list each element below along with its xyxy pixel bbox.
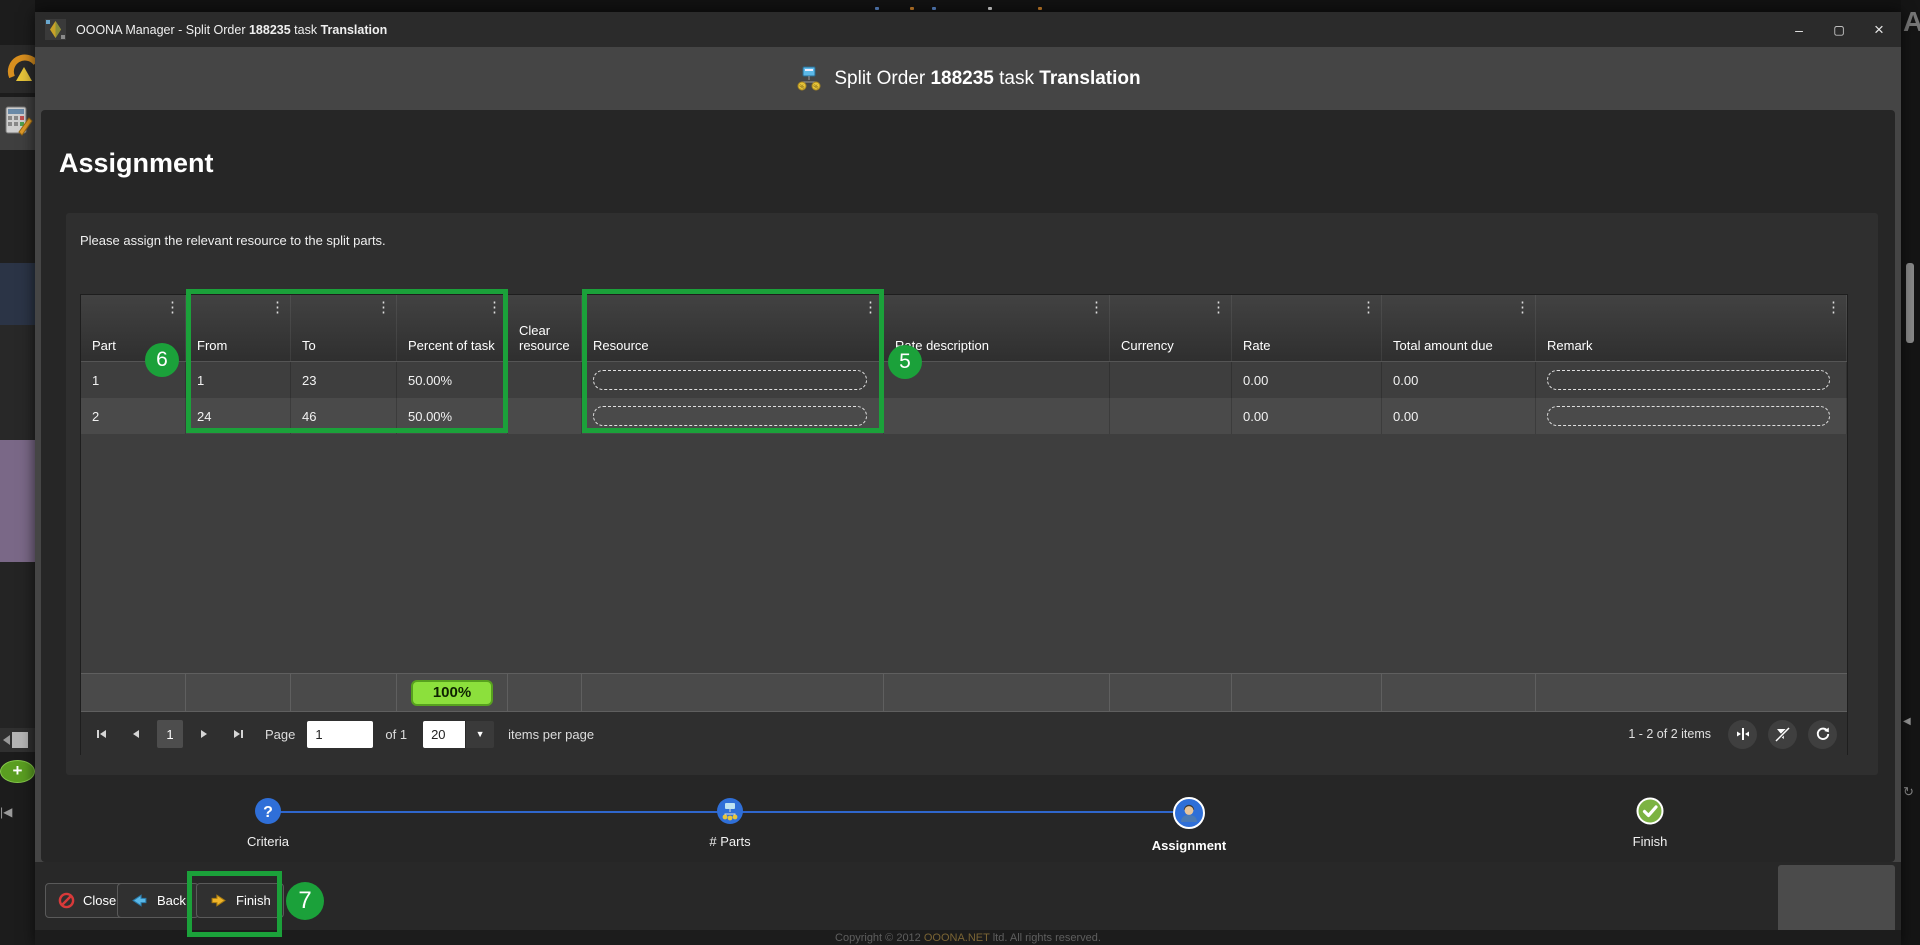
scroll-left-icon[interactable]	[3, 735, 10, 745]
percent-total-badge: 100%	[411, 680, 493, 706]
page-size-dropdown[interactable]: 20 ▼	[423, 721, 494, 748]
cell-rate[interactable]: 0.00	[1232, 362, 1382, 398]
footer: Copyright © 2012 OOONA.NET ltd. All righ…	[35, 930, 1901, 945]
items-per-page-label: items per page	[508, 727, 594, 742]
background-right-strip: A ◀ ↻	[1901, 0, 1920, 945]
svg-text:%: %	[800, 85, 805, 91]
page-of-label: of 1	[385, 727, 407, 742]
scroll-thumb[interactable]	[12, 732, 28, 748]
cell-clear-resource[interactable]	[508, 398, 582, 434]
step-parts[interactable]: # Parts	[670, 797, 790, 849]
annotation-box-from-to-percent	[186, 289, 508, 433]
column-header-clear-resource[interactable]: Clear resource	[508, 295, 582, 361]
cell-currency[interactable]	[1110, 398, 1232, 434]
column-menu-icon[interactable]	[1211, 301, 1226, 315]
step-finish[interactable]: Finish	[1590, 797, 1710, 849]
cell-rate[interactable]: 0.00	[1232, 398, 1382, 434]
column-menu-icon[interactable]	[1515, 301, 1530, 315]
cell-total-amount-due: 0.00	[1382, 362, 1536, 398]
grid-aggregate-row: 100%	[81, 673, 1847, 712]
background-top-strip	[35, 0, 1901, 12]
copyright-text: Copyright © 2012 OOONA.NET ltd. All righ…	[835, 932, 1101, 944]
check-icon	[1636, 797, 1664, 825]
bottom-right-panel	[1778, 865, 1895, 940]
last-page-icon[interactable]	[225, 720, 251, 748]
background-left-strip: De + |◀	[0, 0, 35, 945]
background-navy-block	[0, 263, 35, 325]
clear-filter-button[interactable]	[1768, 720, 1797, 749]
cell-remark	[1536, 398, 1847, 434]
next-page-icon[interactable]	[191, 720, 217, 748]
split-order-icon: % %	[795, 65, 822, 92]
minimize-icon[interactable]: –	[1791, 22, 1807, 38]
instruction-text: Please assign the relevant resource to t…	[80, 233, 386, 248]
remark-input[interactable]	[1547, 370, 1830, 390]
current-page-button[interactable]: 1	[157, 720, 183, 748]
background-vscrollbar-thumb[interactable]	[1906, 263, 1914, 343]
background-refresh-icon[interactable]: ↻	[1903, 784, 1914, 800]
annotation-box-resource	[582, 289, 884, 433]
cell-rate-description[interactable]	[884, 398, 1110, 434]
background-home-icon	[0, 45, 35, 93]
app-logo-icon	[45, 19, 66, 40]
first-page-icon[interactable]	[89, 720, 115, 748]
step-criteria[interactable]: ? Criteria	[208, 797, 328, 849]
arrow-left-icon	[130, 892, 149, 909]
background-collapse-icon[interactable]: ◀	[1903, 716, 1911, 727]
column-header-currency[interactable]: Currency	[1110, 295, 1232, 361]
window-title: OOONA Manager - Split Order 188235 task …	[76, 23, 387, 37]
column-header-rate[interactable]: Rate	[1232, 295, 1382, 361]
page-size-value[interactable]: 20	[423, 721, 465, 748]
step-assignment[interactable]: Assignment	[1129, 797, 1249, 853]
grid-empty-area	[81, 434, 1847, 673]
fit-columns-button[interactable]	[1728, 720, 1757, 749]
screen: De + |◀ A ◀ ↻	[0, 0, 1920, 945]
background-purple-block	[0, 440, 35, 562]
page-heading: Assignment	[59, 148, 214, 179]
annotation-circle-5: 5	[888, 345, 922, 379]
items-range-label: 1 - 2 of 2 items	[1628, 727, 1711, 741]
refresh-button[interactable]	[1808, 720, 1837, 749]
prohibition-icon	[58, 892, 75, 909]
titlebar[interactable]: OOONA Manager - Split Order 188235 task …	[35, 12, 1901, 47]
brand-name: OOONA.NET	[924, 932, 990, 944]
remark-input[interactable]	[1547, 406, 1830, 426]
column-menu-icon[interactable]	[165, 301, 180, 315]
skip-to-start-icon[interactable]: |◀	[0, 805, 35, 819]
add-button-background[interactable]: +	[0, 760, 35, 783]
dialog-header: % % Split Order 188235 task Translation	[35, 47, 1901, 110]
page-number-input[interactable]	[307, 721, 373, 748]
column-menu-icon[interactable]	[1089, 301, 1104, 315]
background-calculator-icon[interactable]	[0, 97, 35, 150]
cell-remark	[1536, 362, 1847, 398]
grid-pager: 1 Page of 1 20	[81, 712, 1847, 756]
wizard-content-panel: Assignment Please assign the relevant re…	[41, 110, 1895, 862]
cell-clear-resource[interactable]	[508, 362, 582, 398]
column-menu-icon[interactable]	[1826, 301, 1841, 315]
cell-part: 2	[81, 398, 186, 434]
split-icon	[716, 797, 744, 825]
column-menu-icon[interactable]	[1361, 301, 1376, 315]
cell-currency[interactable]	[1110, 362, 1232, 398]
column-header-remark[interactable]: Remark	[1536, 295, 1847, 361]
dialog-window: OOONA Manager - Split Order 188235 task …	[35, 12, 1901, 945]
person-icon	[1173, 797, 1205, 829]
background-hscrollbar[interactable]	[0, 728, 35, 752]
page-label: Page	[265, 727, 295, 742]
annotation-circle-6: 6	[145, 343, 179, 377]
annotation-circle-7: 7	[286, 882, 324, 920]
previous-page-icon[interactable]	[123, 720, 149, 748]
question-icon: ?	[254, 797, 282, 825]
annotation-box-finish	[187, 871, 282, 937]
chevron-down-icon[interactable]: ▼	[465, 721, 494, 748]
close-icon[interactable]: ×	[1871, 20, 1887, 40]
svg-text:%: %	[814, 85, 819, 91]
cell-total-amount-due: 0.00	[1382, 398, 1536, 434]
svg-text:?: ?	[263, 804, 273, 821]
dialog-title: Split Order 188235 task Translation	[834, 68, 1140, 90]
background-letter: A	[1903, 6, 1920, 38]
maximize-icon[interactable]: ▢	[1831, 23, 1847, 37]
column-header-total-amount-due[interactable]: Total amount due	[1382, 295, 1536, 361]
